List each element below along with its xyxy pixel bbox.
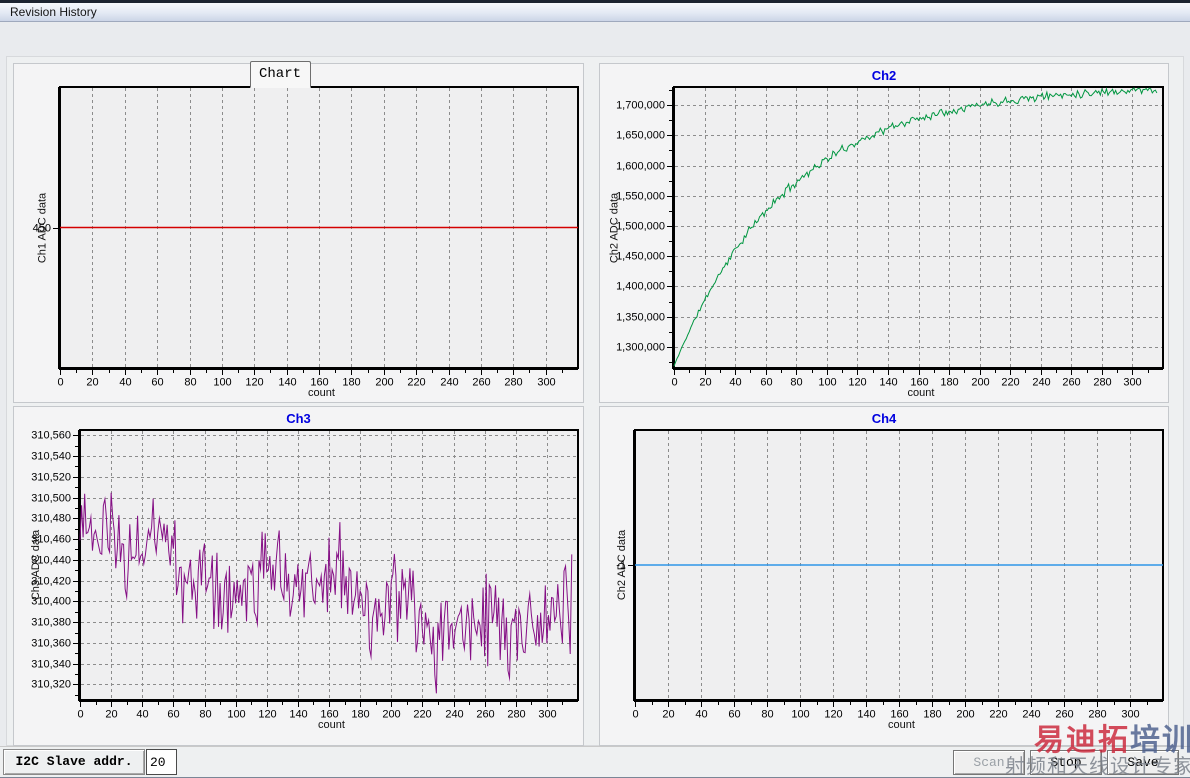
chart-canvas-ch2 (600, 64, 1168, 402)
stop-button[interactable]: Stop (1030, 750, 1102, 775)
chart-canvas-ch1 (14, 64, 583, 402)
titlebar: Revision History (0, 0, 1190, 22)
chart-panel-ch3: Ch3 Ch3 ADC data count (13, 406, 584, 746)
window-title: Revision History (10, 5, 97, 19)
y-axis-label-ch1: Ch1 ADC data (36, 192, 48, 263)
y-axis-label-ch4: Ch2 ADC data (616, 529, 628, 601)
x-axis-label-ch2: count (907, 387, 935, 399)
chart-panel-ch1: Ch1Ch1 ADC datacount (13, 63, 584, 403)
chart-canvas-ch3 (14, 407, 583, 745)
tab-chart[interactable]: Chart (250, 61, 311, 88)
chart-title-ch3: Ch3 (286, 411, 311, 426)
y-axis-label-ch3: Ch3 ADC data (30, 529, 42, 601)
app-window: Revision History Ch1Ch2Ch3Ch4ChartChartA… (0, 0, 1190, 778)
x-axis-label-ch1: count (308, 387, 335, 399)
save-button[interactable]: Save (1107, 750, 1179, 775)
bottom-bar: I2C Slave addr. ScanStopSave (0, 746, 1190, 777)
scan-button[interactable]: Scan (953, 750, 1025, 775)
chart-panel-ch4: Ch4 Ch2 ADC data count (599, 406, 1169, 746)
chart-title-ch4: Ch4 (871, 411, 897, 426)
i2c-slave-addr-label: I2C Slave addr. (3, 749, 145, 775)
x-axis-label-ch4: count (888, 719, 915, 731)
y-axis-label-ch2: Ch2 ADC data (608, 192, 620, 263)
chart-tab-page: Ch1Ch1 ADC datacountCh2Ch2 ADC datacount… (6, 56, 1184, 746)
x-axis-label-ch3: count (318, 719, 345, 731)
chart-canvas-ch4 (600, 407, 1168, 745)
chart-title-ch2: Ch2 (871, 68, 897, 83)
chart-panel-ch2: Ch2 Ch2 ADC data count (599, 63, 1169, 403)
tab-bar: Ch1Ch2Ch3Ch4ChartChartA (0, 30, 1190, 88)
i2c-slave-addr-input[interactable] (146, 749, 177, 775)
